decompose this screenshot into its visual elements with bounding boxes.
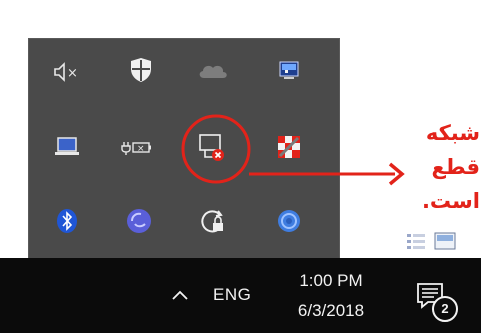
- taskbar-clock[interactable]: 1:00 PM 6/3/2018: [283, 266, 379, 326]
- clock-date: 6/3/2018: [297, 301, 365, 320]
- show-hidden-icons-chevron-icon[interactable]: [170, 286, 190, 306]
- annotation-text: شبکه قطع است.: [400, 116, 480, 218]
- taskbar: ENG 1:00 PM 6/3/2018 2: [0, 258, 481, 333]
- annotation-line-3: است.: [421, 189, 480, 213]
- input-language-indicator[interactable]: ENG: [213, 285, 251, 305]
- annotation-line-1: شبکه: [425, 121, 480, 145]
- screenshot: × × شبکه قطع است. ENG 1:00 PM 6/3/2018 2: [0, 0, 481, 333]
- thumbnail-view-icon[interactable]: [434, 232, 456, 250]
- desktop-view-icons: [407, 232, 456, 250]
- clock-time: 1:00 PM: [299, 271, 363, 290]
- details-view-icon[interactable]: [407, 234, 425, 249]
- action-center-button[interactable]: 2: [412, 278, 460, 324]
- annotation-line-2: قطع: [431, 155, 480, 179]
- notification-count-badge: 2: [432, 296, 458, 322]
